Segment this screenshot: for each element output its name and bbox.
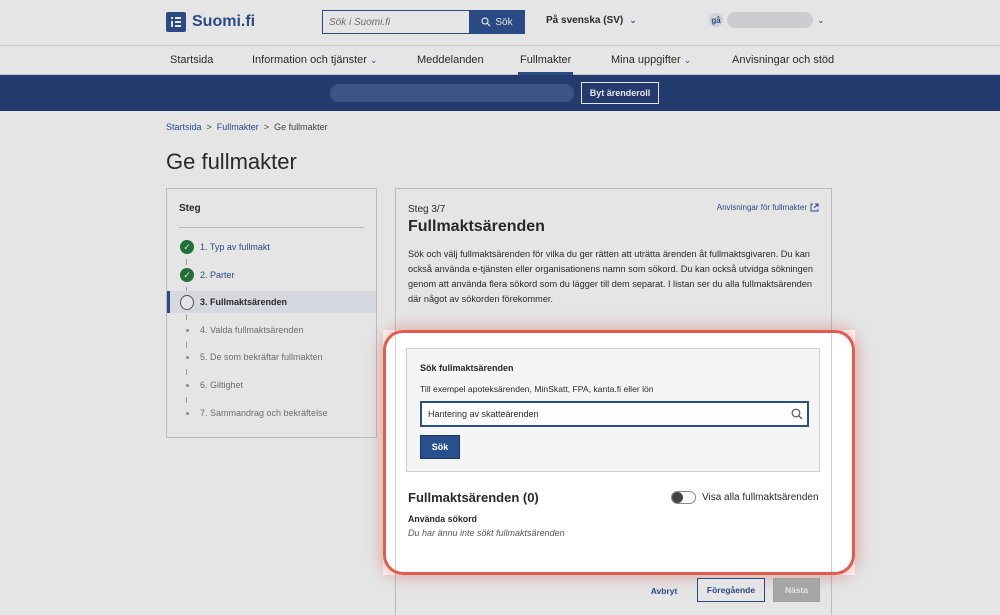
nav-item-mina-uppgifter[interactable]: Mina uppgifter ⌄ (611, 54, 691, 66)
language-selector[interactable]: På svenska (SV) ⌄ (546, 15, 637, 26)
chevron-down-icon: ⌄ (370, 55, 378, 65)
user-avatar-icon: gå (709, 13, 723, 27)
breadcrumb-separator: > (206, 122, 212, 132)
search-icon (481, 17, 491, 27)
site-search-input[interactable] (322, 10, 469, 34)
check-icon: ✓ (180, 240, 194, 254)
suomi-logo-icon (166, 12, 186, 32)
main-navigation: Startsida Information och tjänster ⌄ Med… (0, 46, 1000, 75)
chevron-down-icon: ⌄ (683, 55, 692, 65)
step-label: 5. De som bekräftar fullmakten (200, 352, 323, 362)
step-label: 2. Parter (200, 270, 235, 280)
step-1[interactable]: ✓ 1. Typ av fullmakt (167, 236, 376, 258)
external-link-icon (810, 203, 819, 212)
step-counter: Steg 3/7 (408, 204, 446, 215)
page-title: Ge fullmakter (166, 149, 297, 174)
step-6: 6. Giltighet (167, 374, 376, 396)
authorization-search-input[interactable] (422, 403, 787, 425)
logo-text: Suomi.fi (192, 13, 256, 30)
check-icon: ✓ (180, 268, 194, 282)
step-marker (180, 323, 194, 337)
nav-item-information[interactable]: Information och tjänster ⌄ (252, 54, 378, 66)
toggle-switch[interactable] (671, 491, 696, 504)
search-box-title: Sök fullmaktsärenden (420, 363, 514, 373)
current-role-redacted (330, 84, 574, 102)
toggle-knob (672, 492, 683, 503)
nav-item-fullmakter[interactable]: Fullmakter (517, 54, 574, 75)
dot-icon (185, 355, 189, 359)
site-search-button[interactable]: Sök (469, 10, 525, 34)
breadcrumb-home[interactable]: Startsida (166, 122, 202, 132)
nav-item-label: Mina uppgifter (611, 54, 681, 66)
toggle-label: Visa alla fullmaktsärenden (702, 492, 819, 503)
content-title: Fullmaktsärenden (408, 218, 545, 235)
next-button[interactable]: Nästa (773, 578, 820, 602)
nav-item-label: Information och tjänster (252, 54, 367, 66)
step-label: 3. Fullmaktsärenden (200, 297, 288, 307)
dot-icon (185, 328, 189, 332)
suomi-logo[interactable]: Suomi.fi (166, 12, 255, 32)
step-7: 7. Sammandrag och bekräftelse (167, 402, 376, 424)
dot-icon (185, 383, 189, 387)
authorization-search-button[interactable]: Sök (420, 435, 460, 459)
nav-item-startsida[interactable]: Startsida (170, 54, 213, 66)
step-label: 1. Typ av fullmakt (200, 242, 270, 252)
site-search-button-label: Sök (495, 16, 513, 28)
breadcrumb-separator: > (263, 122, 270, 132)
current-step-circle-icon (180, 294, 194, 310)
used-keywords-label: Använda sökord (408, 514, 477, 524)
cancel-button[interactable]: Avbryt (640, 582, 688, 600)
steps-panel: Steg ✓ 1. Typ av fullmakt ✓ 2. Parter 3.… (166, 188, 377, 438)
switch-role-button[interactable]: Byt ärenderoll (581, 82, 659, 104)
steps-title: Steg (179, 203, 201, 214)
language-label: På svenska (SV) (546, 15, 624, 26)
site-search: Sök (322, 10, 525, 34)
chevron-down-icon: ⌄ (817, 14, 825, 25)
step-label: 6. Giltighet (200, 380, 244, 390)
used-keywords-empty: Du har ännu inte sökt fullmaktsärenden (408, 528, 565, 538)
chevron-down-icon: ⌄ (629, 15, 637, 25)
top-header: Suomi.fi Sök På svenska (SV) ⌄ gå ⌄ (0, 0, 1000, 46)
breadcrumb-current: Ge fullmakter (274, 122, 328, 132)
search-box-hint: Till exempel apoteksärenden, MinSkatt, F… (420, 384, 654, 394)
step-5: 5. De som bekräftar fullmakten (167, 346, 376, 368)
dot-icon (185, 411, 189, 415)
role-band: Byt ärenderoll (0, 75, 1000, 111)
show-all-toggle[interactable]: Visa alla fullmaktsärenden (671, 491, 819, 504)
results-title: Fullmaktsärenden (0) (408, 490, 539, 505)
step-marker: ✓ (180, 268, 194, 282)
help-link-label: Anvisningar för fullmakter (716, 203, 807, 212)
authorization-search-box: Sök fullmaktsärenden Till exempel apotek… (406, 348, 820, 472)
authorization-search-field (420, 401, 809, 427)
breadcrumb: Startsida > Fullmakter > Ge fullmakter (166, 122, 328, 132)
nav-item-meddelanden[interactable]: Meddelanden (417, 54, 484, 66)
step-label: 4. Valda fullmaktsärenden (200, 325, 304, 335)
step-marker (180, 378, 194, 392)
previous-button[interactable]: Föregående (697, 578, 765, 602)
step-2[interactable]: ✓ 2. Parter (167, 264, 376, 286)
step-marker: ✓ (180, 240, 194, 254)
step-3: 3. Fullmaktsärenden (167, 291, 376, 313)
breadcrumb-section[interactable]: Fullmakter (217, 122, 259, 132)
step-marker (180, 294, 194, 310)
step-4: 4. Valda fullmaktsärenden (167, 319, 376, 341)
nav-item-anvisningar[interactable]: Anvisningar och stöd (732, 54, 834, 66)
divider (179, 227, 364, 228)
user-menu[interactable]: gå ⌄ (709, 12, 825, 28)
dim-overlay (855, 330, 1000, 615)
search-icon[interactable] (787, 403, 807, 425)
intro-text: Sök och välj fullmaktsärenden för vilka … (408, 249, 813, 304)
help-link[interactable]: Anvisningar för fullmakter (717, 203, 819, 212)
user-name-redacted (727, 12, 813, 28)
step-marker (180, 406, 194, 420)
step-label: 7. Sammandrag och bekräftelse (200, 408, 328, 418)
step-marker (180, 350, 194, 364)
